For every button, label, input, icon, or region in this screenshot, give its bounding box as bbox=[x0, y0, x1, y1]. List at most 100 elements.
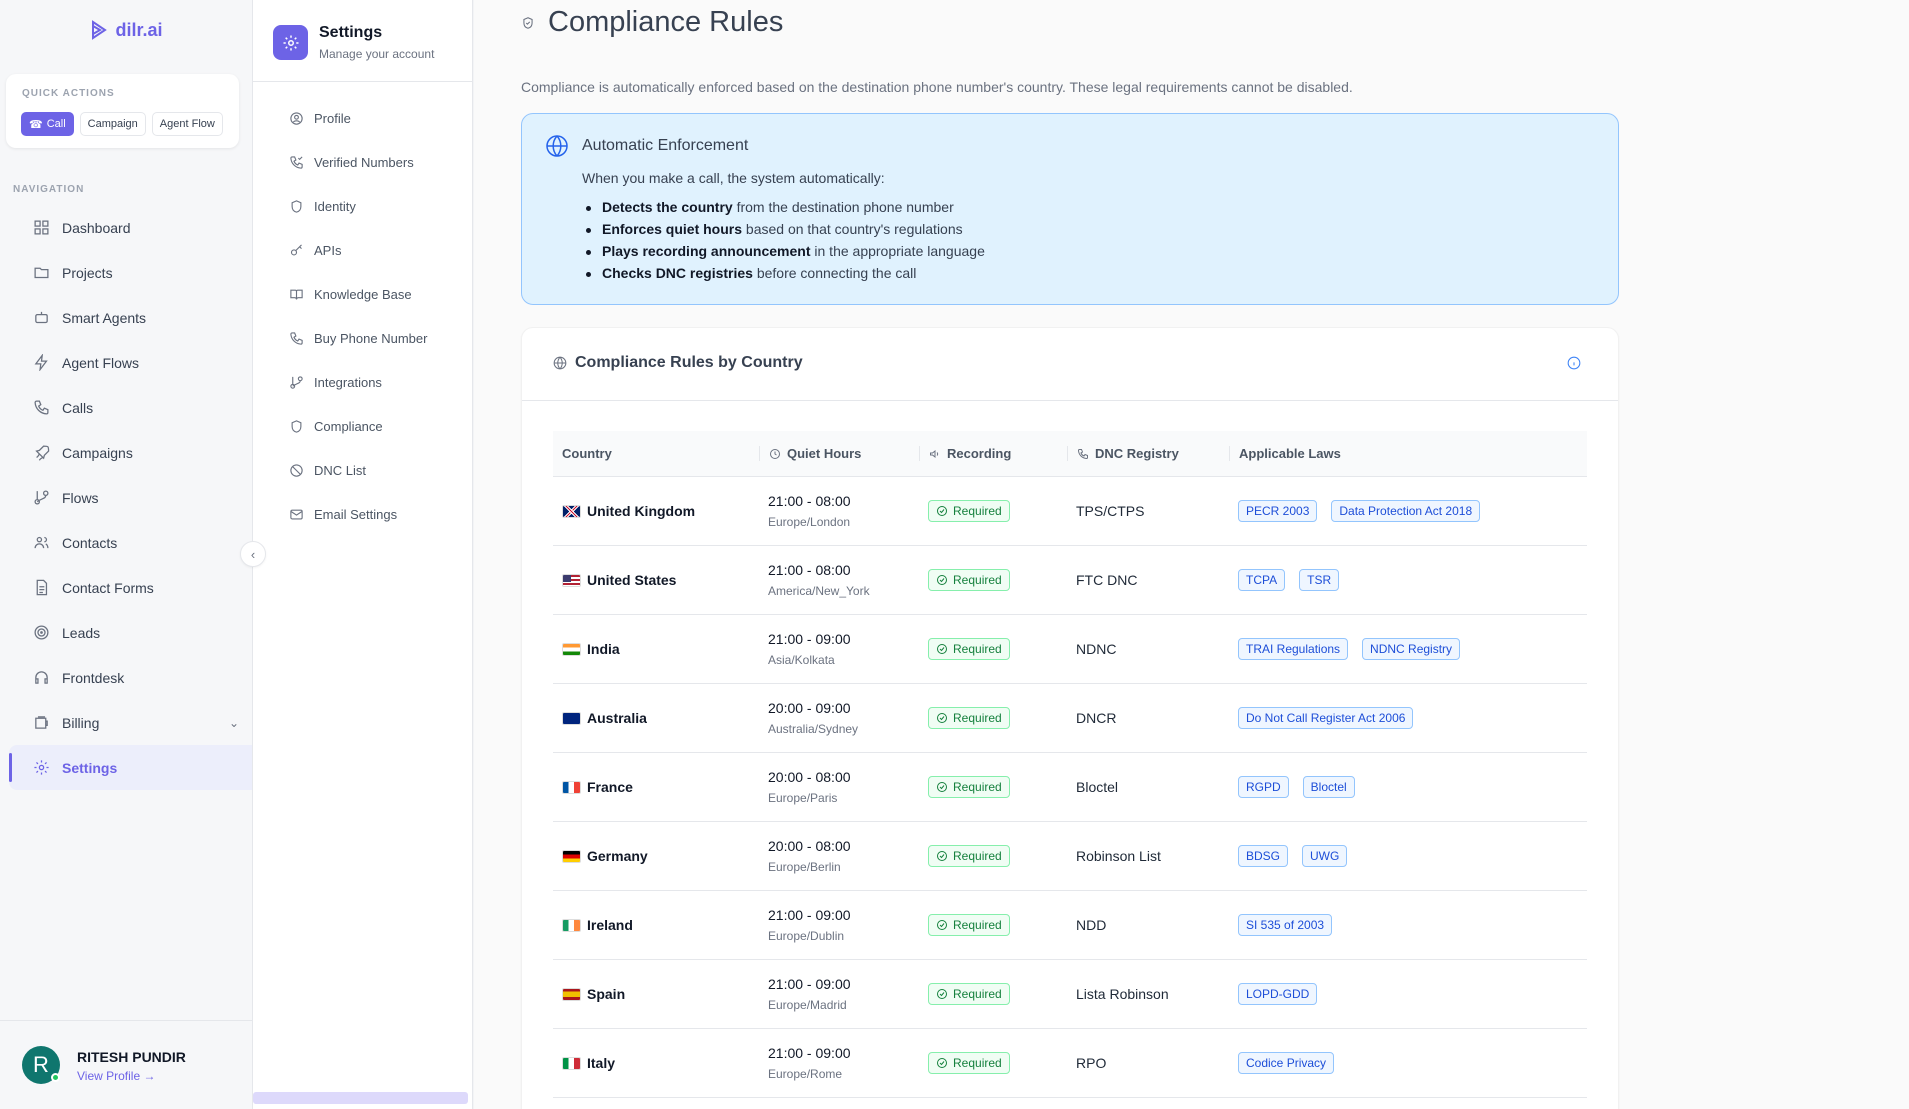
dnc-registry-cell: TPS/CTPS bbox=[1067, 503, 1229, 519]
required-badge: Required bbox=[928, 638, 1010, 660]
sidebar-item-frontdesk[interactable]: Frontdesk bbox=[9, 655, 252, 700]
horizontal-scrollbar[interactable] bbox=[253, 1092, 468, 1104]
settings-item-buy-phone-number[interactable]: Buy Phone Number bbox=[253, 316, 472, 360]
avatar[interactable]: R bbox=[22, 1046, 60, 1084]
dnc-registry-name: Bloctel bbox=[1076, 779, 1119, 795]
settings-item-email-settings[interactable]: Email Settings bbox=[253, 492, 472, 536]
folder-icon bbox=[34, 267, 49, 279]
law-badge: TSR bbox=[1299, 569, 1340, 591]
country-name: Australia bbox=[587, 710, 647, 726]
recording-cell: Required bbox=[919, 914, 1067, 936]
country-cell: France bbox=[553, 779, 759, 795]
settings-item-knowledge-base[interactable]: Knowledge Base bbox=[253, 272, 472, 316]
check-circle-icon bbox=[937, 575, 947, 585]
flag-ie-icon bbox=[562, 918, 581, 932]
sidebar-item-contact-forms[interactable]: Contact Forms bbox=[9, 565, 252, 610]
quiet-hours-time: 21:00 - 09:00 bbox=[768, 1045, 851, 1061]
law-badge: NDNC Registry bbox=[1362, 638, 1461, 660]
country-cell: Ireland bbox=[553, 917, 759, 933]
quiet-hours-column-header: Quiet Hours bbox=[759, 446, 919, 461]
settings-item-dnc-list[interactable]: DNC List bbox=[253, 448, 472, 492]
table-row: Germany 20:00 - 08:00 Europe/Berlin Requi… bbox=[553, 822, 1587, 891]
table-row: Ireland 21:00 - 09:00 Europe/Dublin Requi… bbox=[553, 891, 1587, 960]
phone-icon bbox=[290, 331, 303, 345]
flag-au-icon bbox=[562, 711, 581, 725]
recording-cell: Required bbox=[919, 707, 1067, 729]
settings-item-apis[interactable]: APIs bbox=[253, 228, 472, 272]
dnc-registry-cell: NDNC bbox=[1067, 641, 1229, 657]
settings-navigation: Settings Manage your account Profile Ver… bbox=[253, 0, 473, 1109]
law-badge: UWG bbox=[1302, 845, 1348, 867]
settings-item-profile[interactable]: Profile bbox=[253, 96, 472, 140]
timezone: Europe/Rome bbox=[768, 1067, 843, 1081]
law-badge: RGPD bbox=[1238, 776, 1289, 798]
quiet-hours-cell: 21:00 - 09:00 Europe/Rome bbox=[759, 1045, 919, 1081]
sidebar-item-agent-flows[interactable]: Agent Flows bbox=[9, 340, 252, 385]
sidebar-item-smart-agents[interactable]: Smart Agents bbox=[9, 295, 252, 340]
timezone: Europe/Madrid bbox=[768, 998, 847, 1012]
sidebar-item-calls[interactable]: Calls bbox=[9, 385, 252, 430]
sidebar-item-contacts[interactable]: Contacts bbox=[9, 520, 252, 565]
user-profile-card[interactable]: R RITESH PUNDIR View Profile → bbox=[0, 1020, 252, 1109]
agent-flow-button[interactable]: Agent Flow bbox=[151, 112, 223, 136]
required-badge: Required bbox=[928, 845, 1010, 867]
laws-cell: PECR 2003 Data Protection Act 2018 bbox=[1229, 500, 1587, 522]
view-profile-link[interactable]: View Profile → bbox=[77, 1069, 155, 1083]
laws-cell: Codice Privacy bbox=[1229, 1052, 1587, 1074]
laws-cell: TRAI Regulations NDNC Registry bbox=[1229, 638, 1587, 660]
country-name: United States bbox=[587, 572, 677, 588]
lightning-icon bbox=[34, 354, 48, 371]
call-button[interactable]: ☎ Call bbox=[21, 112, 74, 136]
table-row: France 20:00 - 08:00 Europe/Paris Require… bbox=[553, 753, 1587, 822]
law-badge: Do Not Call Register Act 2006 bbox=[1238, 707, 1414, 729]
dnc-registry-cell: DNCR bbox=[1067, 710, 1229, 726]
country-name: United Kingdom bbox=[587, 503, 696, 519]
timezone: America/New_York bbox=[768, 584, 870, 598]
automatic-enforcement-title: Automatic Enforcement bbox=[582, 137, 749, 154]
settings-subtitle: Manage your account bbox=[319, 47, 435, 61]
settings-item-integrations[interactable]: Integrations bbox=[253, 360, 472, 404]
law-badge: BDSG bbox=[1238, 845, 1289, 867]
quiet-hours-time: 21:00 - 09:00 bbox=[768, 907, 851, 923]
law-badge: TCPA bbox=[1238, 569, 1286, 591]
sidebar-item-projects[interactable]: Projects bbox=[9, 250, 252, 295]
table-row: India 21:00 - 09:00 Asia/Kolkata Required… bbox=[553, 615, 1587, 684]
flag-fr-icon bbox=[562, 780, 581, 794]
required-badge: Required bbox=[928, 1052, 1010, 1074]
sidebar-item-leads[interactable]: Leads bbox=[9, 610, 252, 655]
settings-item-compliance[interactable]: Compliance bbox=[253, 404, 472, 448]
sidebar-item-dashboard[interactable]: Dashboard bbox=[9, 205, 252, 250]
timezone: Europe/London bbox=[768, 515, 851, 529]
country-cell: United States bbox=[553, 572, 759, 588]
profile-name: RITESH PUNDIR bbox=[77, 1049, 186, 1065]
compliance-table: Country Quiet Hours Recording DNC Regist… bbox=[553, 431, 1587, 1098]
settings-item-verified-numbers[interactable]: Verified Numbers bbox=[253, 140, 472, 184]
quiet-hours-time: 21:00 - 08:00 bbox=[768, 562, 851, 578]
quiet-hours-time: 21:00 - 09:00 bbox=[768, 976, 851, 992]
sidebar-item-settings[interactable]: Settings bbox=[9, 745, 252, 790]
dnc-registry-name: Robinson List bbox=[1076, 848, 1161, 864]
quick-actions-card: QUICK ACTIONS ☎ Call Campaign Agent Flow bbox=[6, 74, 239, 148]
laws-cell: RGPD Bloctel bbox=[1229, 776, 1587, 798]
law-badge: Data Protection Act 2018 bbox=[1331, 500, 1481, 522]
sidebar-item-flows[interactable]: Flows bbox=[9, 475, 252, 520]
table-header: Country Quiet Hours Recording DNC Regist… bbox=[553, 431, 1587, 477]
bot-icon bbox=[35, 311, 48, 324]
laws-cell: Do Not Call Register Act 2006 bbox=[1229, 707, 1587, 729]
law-badge: PECR 2003 bbox=[1238, 500, 1318, 522]
main-navigation: Dashboard Projects Smart Agents Agent Fl… bbox=[9, 205, 252, 790]
settings-item-identity[interactable]: Identity bbox=[253, 184, 472, 228]
table-row: Spain 21:00 - 09:00 Europe/Madrid Require… bbox=[553, 960, 1587, 1029]
collapse-sidebar-button[interactable]: ‹ bbox=[240, 541, 266, 567]
automatic-enforcement-panel: Automatic Enforcement When you make a ca… bbox=[521, 113, 1619, 305]
dilr-logo[interactable]: dilr.ai bbox=[0, 0, 252, 60]
country-cell: United Kingdom bbox=[553, 503, 759, 519]
campaign-button[interactable]: Campaign bbox=[79, 112, 146, 136]
left-sidebar: dilr.ai QUICK ACTIONS ☎ Call Campaign Age… bbox=[0, 0, 253, 1109]
country-column-header: Country bbox=[562, 446, 612, 461]
info-icon[interactable] bbox=[1567, 356, 1581, 370]
sidebar-item-campaigns[interactable]: Campaigns bbox=[9, 430, 252, 475]
recording-cell: Required bbox=[919, 983, 1067, 1005]
country-cell: Italy bbox=[553, 1055, 759, 1071]
sidebar-item-billing[interactable]: Billing ⌄ bbox=[9, 700, 252, 745]
